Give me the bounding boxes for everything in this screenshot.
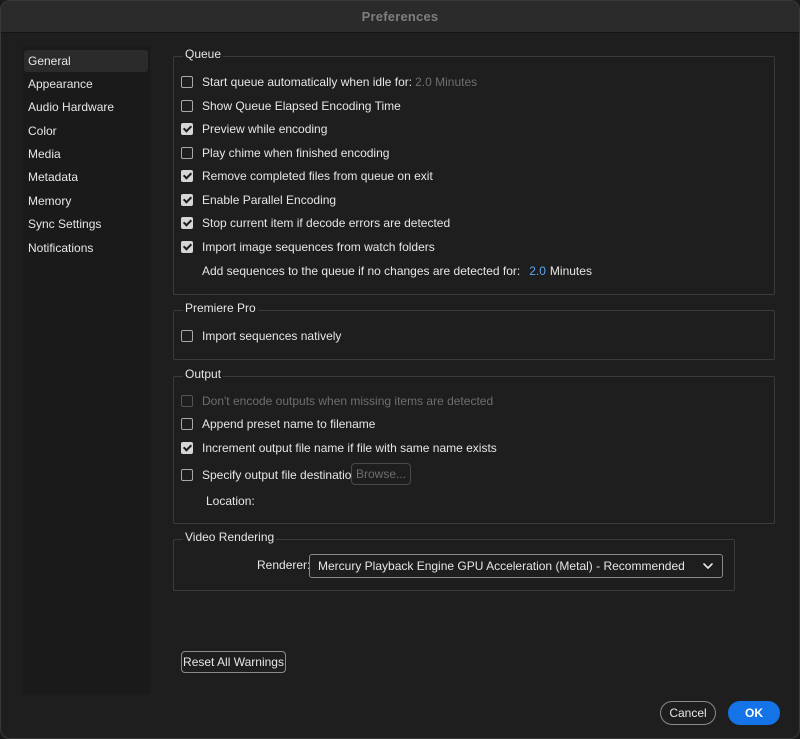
remove-completed-label: Remove completed files from queue on exi… — [202, 169, 433, 183]
import-sequences-natively-checkbox[interactable] — [181, 330, 193, 342]
remove-completed-checkbox[interactable] — [181, 170, 193, 182]
preview-encoding-checkbox[interactable] — [181, 123, 193, 135]
stop-decode-errors-row: Stop current item if decode errors are d… — [181, 215, 450, 231]
add-sequences-value[interactable]: 2.0 — [529, 264, 546, 278]
sidebar-item-color[interactable]: Color — [24, 120, 148, 142]
import-sequences-natively-label: Import sequences natively — [202, 329, 342, 343]
queue-start-auto-row: Start queue automatically when idle for:… — [181, 74, 477, 90]
location-label: Location: — [206, 494, 255, 508]
queue-idle-time-value[interactable]: 2.0 Minutes — [415, 75, 477, 89]
sidebar-item-notifications[interactable]: Notifications — [24, 237, 148, 259]
location-row: Location: — [206, 493, 255, 509]
play-chime-checkbox[interactable] — [181, 147, 193, 159]
queue-elapsed-time-label: Show Queue Elapsed Encoding Time — [202, 99, 401, 113]
ok-button[interactable]: OK — [728, 701, 780, 725]
chevron-down-icon — [703, 563, 713, 569]
import-image-sequences-label: Import image sequences from watch folder… — [202, 240, 435, 254]
sidebar-item-appearance[interactable]: Appearance — [24, 73, 148, 95]
parallel-encoding-label: Enable Parallel Encoding — [202, 193, 337, 207]
preview-encoding-label: Preview while encoding — [202, 122, 328, 136]
video-rendering-group: Video Rendering Renderer: Mercury Playba… — [173, 530, 735, 591]
play-chime-label: Play chime when finished encoding — [202, 146, 390, 160]
stop-decode-errors-checkbox[interactable] — [181, 217, 193, 229]
reset-all-warnings-button[interactable]: Reset All Warnings — [181, 651, 286, 673]
window-title: Preferences — [361, 9, 439, 24]
append-preset-name-label: Append preset name to filename — [202, 417, 376, 431]
preview-encoding-row: Preview while encoding — [181, 121, 327, 137]
import-sequences-natively-row: Import sequences natively — [181, 328, 341, 344]
video-rendering-group-title: Video Rendering — [183, 530, 277, 544]
premiere-pro-group: Premiere Pro Import sequences natively — [173, 301, 775, 360]
queue-group: Queue Start queue automatically when idl… — [173, 47, 775, 295]
queue-elapsed-time-checkbox[interactable] — [181, 100, 193, 112]
preferences-window: Preferences General Appearance Audio Har… — [0, 0, 800, 739]
dont-encode-missing-label: Don't encode outputs when missing items … — [202, 394, 494, 408]
sidebar-item-general[interactable]: General — [24, 50, 148, 72]
queue-start-auto-checkbox[interactable] — [181, 76, 193, 88]
import-image-sequences-row: Import image sequences from watch folder… — [181, 239, 435, 255]
parallel-encoding-row: Enable Parallel Encoding — [181, 192, 336, 208]
add-sequences-row: Add sequences to the queue if no changes… — [202, 263, 592, 279]
sidebar-item-sync-settings[interactable]: Sync Settings — [24, 213, 148, 235]
output-group: Output Don't encode outputs when missing… — [173, 367, 775, 524]
sidebar-item-media[interactable]: Media — [24, 143, 148, 165]
stop-decode-errors-label: Stop current item if decode errors are d… — [202, 216, 451, 230]
premiere-pro-group-title: Premiere Pro — [183, 301, 258, 315]
queue-elapsed-time-row: Show Queue Elapsed Encoding Time — [181, 98, 401, 114]
add-sequences-label: Add sequences to the queue if no changes… — [202, 264, 521, 278]
parallel-encoding-checkbox[interactable] — [181, 194, 193, 206]
play-chime-row: Play chime when finished encoding — [181, 145, 389, 161]
renderer-label: Renderer: — [257, 558, 311, 572]
queue-group-title: Queue — [183, 47, 224, 61]
specify-destination-label: Specify output file destination: — [202, 468, 362, 482]
add-sequences-unit: Minutes — [549, 264, 592, 278]
import-image-sequences-checkbox[interactable] — [181, 241, 193, 253]
specify-destination-row: Specify output file destination: — [181, 467, 361, 483]
specify-destination-checkbox[interactable] — [181, 469, 193, 481]
append-preset-name-checkbox[interactable] — [181, 418, 193, 430]
browse-button[interactable]: Browse... — [351, 463, 411, 485]
sidebar-item-memory[interactable]: Memory — [24, 190, 148, 212]
append-preset-name-row: Append preset name to filename — [181, 416, 375, 432]
increment-output-name-label: Increment output file name if file with … — [202, 441, 497, 455]
dont-encode-missing-checkbox[interactable] — [181, 395, 193, 407]
output-group-title: Output — [183, 367, 224, 381]
title-bar[interactable]: Preferences — [1, 1, 799, 33]
renderer-select-value: Mercury Playback Engine GPU Acceleration… — [318, 559, 685, 573]
sidebar: General Appearance Audio Hardware Color … — [22, 46, 150, 694]
sidebar-item-audio-hardware[interactable]: Audio Hardware — [24, 96, 148, 118]
queue-start-auto-label: Start queue automatically when idle for: — [202, 75, 413, 89]
increment-output-name-checkbox[interactable] — [181, 442, 193, 454]
increment-output-name-row: Increment output file name if file with … — [181, 440, 497, 456]
sidebar-item-metadata[interactable]: Metadata — [24, 166, 148, 188]
dont-encode-missing-row: Don't encode outputs when missing items … — [181, 393, 493, 409]
cancel-button[interactable]: Cancel — [660, 701, 716, 725]
remove-completed-row: Remove completed files from queue on exi… — [181, 168, 433, 184]
renderer-select[interactable]: Mercury Playback Engine GPU Acceleration… — [309, 554, 723, 578]
